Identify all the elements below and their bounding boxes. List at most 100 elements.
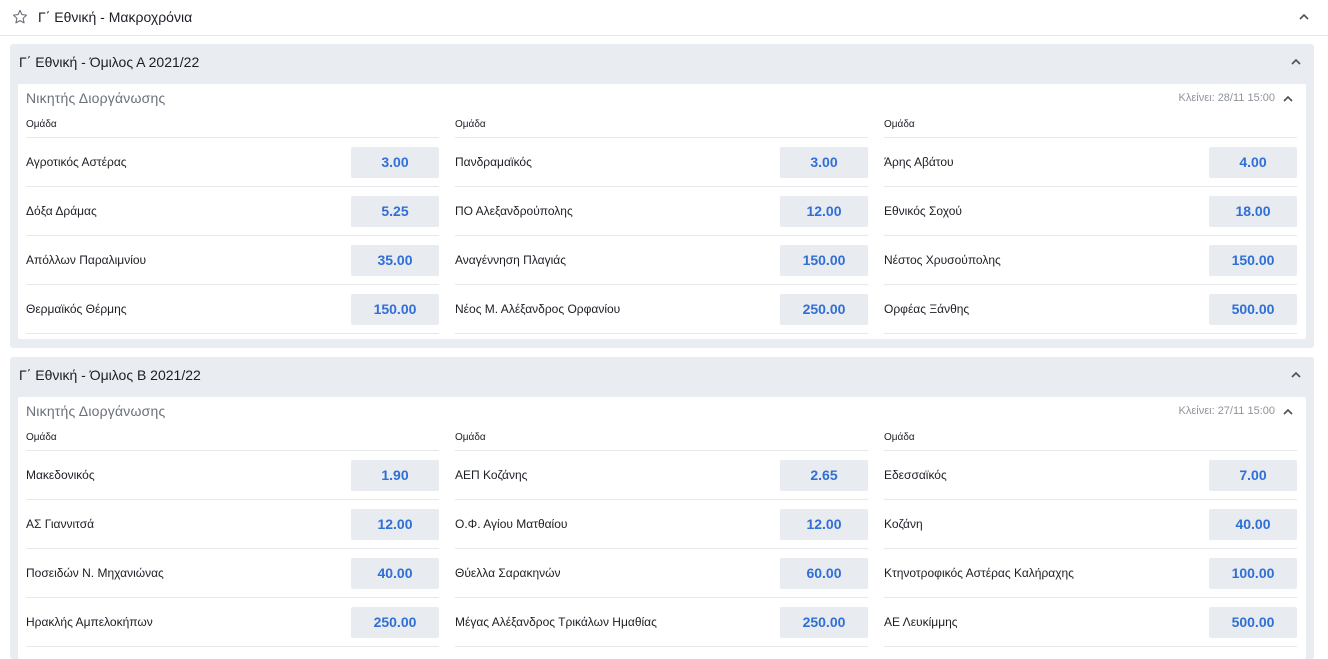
team-name: Ποσειδών Ν. Μηχανιώνας xyxy=(26,566,164,580)
team-name: Άρης Αβάτου xyxy=(884,155,954,169)
odds-column: Ομάδα Αγροτικός Αστέρας 3.00 Δόξα Δράμας 5… xyxy=(26,118,439,334)
odds-button[interactable]: 12.00 xyxy=(780,509,868,540)
selection-row: Ηρακλής Αμπελοκήπων 250.00 xyxy=(26,598,439,647)
selection-row: Θερμαϊκός Θέρμης 150.00 xyxy=(26,285,439,334)
selection-row: Μέγας Αλέξανδρος Τρικάλων Ημαθίας 250.00 xyxy=(455,598,868,647)
selection-row: Εθνικός Σοχού 18.00 xyxy=(884,187,1297,236)
selection-row: Ο.Φ. Αγίου Ματθαίου 12.00 xyxy=(455,500,868,549)
odds-button[interactable]: 150.00 xyxy=(1209,245,1297,276)
odds-button[interactable]: 150.00 xyxy=(351,294,439,325)
odds-button[interactable]: 12.00 xyxy=(780,196,868,227)
column-header: Ομάδα xyxy=(455,118,868,138)
competition-header[interactable]: Γ΄ Εθνική - Μακροχρόνια xyxy=(0,0,1328,36)
team-name: Μακεδονικός xyxy=(26,468,95,482)
market-title: Νικητής Διοργάνωσης xyxy=(26,403,166,419)
group-title: Γ΄ Εθνική - Όμιλος Α 2021/22 xyxy=(19,54,200,70)
team-name: Απόλλων Παραλιμνίου xyxy=(26,253,147,267)
market-close-time: Κλείνει: 28/11 15:00 xyxy=(1178,92,1275,104)
team-name: ΠΟ Αλεξανδρούπολης xyxy=(455,204,573,218)
star-icon[interactable] xyxy=(11,8,29,26)
team-name: Εθνικός Σοχού xyxy=(884,204,962,218)
odds-button[interactable]: 3.00 xyxy=(780,147,868,178)
odds-button[interactable]: 12.00 xyxy=(351,509,439,540)
column-header: Ομάδα xyxy=(455,431,868,451)
odds-button[interactable]: 4.00 xyxy=(1209,147,1297,178)
selection-row: Αναγέννηση Πλαγιάς 150.00 xyxy=(455,236,868,285)
selection-row: Ορφέας Ξάνθης 500.00 xyxy=(884,285,1297,334)
odds-button[interactable]: 35.00 xyxy=(351,245,439,276)
odds-column: Ομάδα Μακεδονικός 1.90 ΑΣ Γιαννιτσά 12.00 … xyxy=(26,431,439,647)
selection-row: Νέος Μ. Αλέξανδρος Ορφανίου 250.00 xyxy=(455,285,868,334)
team-name: Αναγέννηση Πλαγιάς xyxy=(455,253,566,267)
team-name: ΑΕ Λευκίμμης xyxy=(884,615,958,629)
team-name: Ηρακλής Αμπελοκήπων xyxy=(26,615,153,629)
odds-button[interactable]: 3.00 xyxy=(351,147,439,178)
market-panel: Νικητής Διοργάνωσης Κλείνει: 28/11 15:00… xyxy=(18,84,1306,339)
group-section-a: Γ΄ Εθνική - Όμιλος Α 2021/22 Νικητής Διο… xyxy=(10,44,1314,348)
selection-row: Κτηνοτροφικός Αστέρας Καλήραχης 100.00 xyxy=(884,549,1297,598)
chevron-up-icon[interactable] xyxy=(1298,11,1310,23)
selection-row: Νέστος Χρυσούπολης 150.00 xyxy=(884,236,1297,285)
odds-button[interactable]: 60.00 xyxy=(780,558,868,589)
selection-row: Κοζάνη 40.00 xyxy=(884,500,1297,549)
chevron-up-icon[interactable] xyxy=(1290,56,1302,68)
selection-row: Θύελλα Σαρακηνών 60.00 xyxy=(455,549,868,598)
team-name: ΑΣ Γιαννιτσά xyxy=(26,517,95,531)
selection-row: Απόλλων Παραλιμνίου 35.00 xyxy=(26,236,439,285)
odds-column: Ομάδα ΑΕΠ Κοζάνης 2.65 Ο.Φ. Αγίου Ματθαίο… xyxy=(455,431,868,647)
chevron-up-icon[interactable] xyxy=(1290,369,1302,381)
odds-button[interactable]: 500.00 xyxy=(1209,294,1297,325)
team-name: Θύελλα Σαρακηνών xyxy=(455,566,561,580)
team-name: ΑΕΠ Κοζάνης xyxy=(455,468,528,482)
selection-row: ΠΟ Αλεξανδρούπολης 12.00 xyxy=(455,187,868,236)
team-name: Αγροτικός Αστέρας xyxy=(26,155,127,169)
selection-row: ΑΕ Λευκίμμης 500.00 xyxy=(884,598,1297,647)
team-name: Νέστος Χρυσούπολης xyxy=(884,253,1001,267)
column-header: Ομάδα xyxy=(884,118,1297,138)
group-title: Γ΄ Εθνική - Όμιλος Β 2021/22 xyxy=(19,367,201,383)
selection-row: Άρης Αβάτου 4.00 xyxy=(884,138,1297,187)
team-name: Κοζάνη xyxy=(884,517,923,531)
odds-button[interactable]: 1.90 xyxy=(351,460,439,491)
odds-button[interactable]: 100.00 xyxy=(1209,558,1297,589)
odds-column: Ομάδα Πανδραμαϊκός 3.00 ΠΟ Αλεξανδρούπολη… xyxy=(455,118,868,334)
team-name: Κτηνοτροφικός Αστέρας Καλήραχης xyxy=(884,566,1074,580)
competition-title: Γ΄ Εθνική - Μακροχρόνια xyxy=(38,9,193,25)
team-name: Δόξα Δράμας xyxy=(26,204,97,218)
odds-button[interactable]: 500.00 xyxy=(1209,607,1297,638)
team-name: Εδεσσαϊκός xyxy=(884,468,947,482)
team-name: Μέγας Αλέξανδρος Τρικάλων Ημαθίας xyxy=(455,615,657,629)
selection-row: Δόξα Δράμας 5.25 xyxy=(26,187,439,236)
selection-row: Ποσειδών Ν. Μηχανιώνας 40.00 xyxy=(26,549,439,598)
odds-button[interactable]: 250.00 xyxy=(780,294,868,325)
chevron-up-icon[interactable] xyxy=(1282,93,1294,105)
selection-row: Μακεδονικός 1.90 xyxy=(26,451,439,500)
column-header: Ομάδα xyxy=(884,431,1297,451)
market-panel: Νικητής Διοργάνωσης Κλείνει: 27/11 15:00… xyxy=(18,397,1306,659)
selection-row: Πανδραμαϊκός 3.00 xyxy=(455,138,868,187)
odds-button[interactable]: 250.00 xyxy=(780,607,868,638)
odds-button[interactable]: 18.00 xyxy=(1209,196,1297,227)
odds-button[interactable]: 40.00 xyxy=(351,558,439,589)
group-section-b: Γ΄ Εθνική - Όμιλος Β 2021/22 Νικητής Διο… xyxy=(10,357,1314,659)
team-name: Ο.Φ. Αγίου Ματθαίου xyxy=(455,517,568,531)
odds-button[interactable]: 7.00 xyxy=(1209,460,1297,491)
odds-button[interactable]: 250.00 xyxy=(351,607,439,638)
column-header: Ομάδα xyxy=(26,431,439,451)
odds-column: Ομάδα Εδεσσαϊκός 7.00 Κοζάνη 40.00 Κτηνοτρ… xyxy=(884,431,1297,647)
market-close-time: Κλείνει: 27/11 15:00 xyxy=(1178,405,1275,417)
odds-button[interactable]: 2.65 xyxy=(780,460,868,491)
selection-row: Αγροτικός Αστέρας 3.00 xyxy=(26,138,439,187)
odds-button[interactable]: 5.25 xyxy=(351,196,439,227)
column-header: Ομάδα xyxy=(26,118,439,138)
odds-button[interactable]: 150.00 xyxy=(780,245,868,276)
team-name: Νέος Μ. Αλέξανδρος Ορφανίου xyxy=(455,302,621,316)
team-name: Ορφέας Ξάνθης xyxy=(884,302,970,316)
market-title: Νικητής Διοργάνωσης xyxy=(26,90,166,106)
selection-row: ΑΣ Γιαννιτσά 12.00 xyxy=(26,500,439,549)
chevron-up-icon[interactable] xyxy=(1282,406,1294,418)
selection-row: Εδεσσαϊκός 7.00 xyxy=(884,451,1297,500)
team-name: Θερμαϊκός Θέρμης xyxy=(26,302,127,316)
odds-button[interactable]: 40.00 xyxy=(1209,509,1297,540)
odds-column: Ομάδα Άρης Αβάτου 4.00 Εθνικός Σοχού 18.00… xyxy=(884,118,1297,334)
